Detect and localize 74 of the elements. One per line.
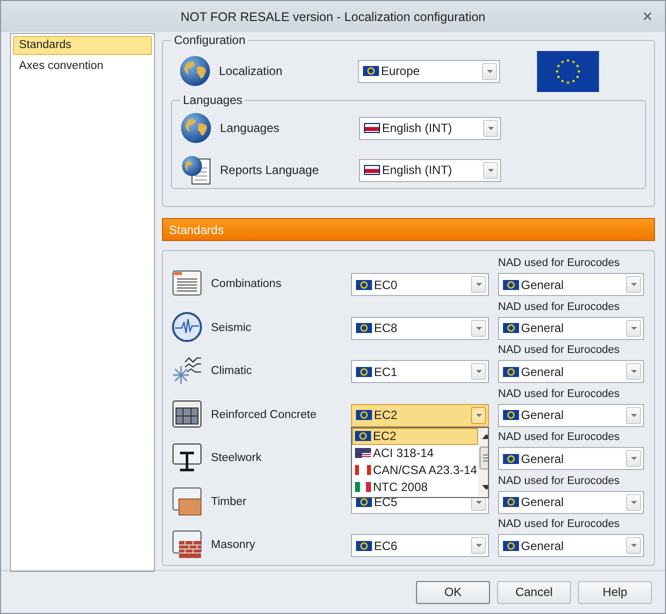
nad-label: NAD used for Eurocodes: [498, 474, 621, 489]
flag-icon: [503, 366, 519, 377]
nad-dropdown[interactable]: General: [498, 360, 644, 384]
dropdown-option[interactable]: EC2: [352, 428, 478, 445]
flag-icon: [356, 280, 372, 290]
nad-dropdown[interactable]: General: [498, 316, 644, 340]
flag-icon: [503, 410, 519, 420]
steel-icon: [171, 441, 203, 474]
concrete-icon: [171, 398, 203, 430]
eu-flag-icon: [537, 50, 599, 92]
flag-icon: [355, 465, 371, 476]
dialog-button[interactable]: Help: [578, 580, 652, 604]
language-dropdown[interactable]: English (INT): [359, 116, 501, 140]
nad-label: NAD used for Eurocodes: [498, 344, 621, 358]
nad-label: NAD used for Eurocodes: [498, 388, 621, 402]
flag-icon: [503, 323, 519, 334]
globe-icon: [179, 55, 211, 87]
standard-dropdown[interactable]: EC2: [351, 404, 489, 427]
nad-dropdown[interactable]: General: [498, 490, 644, 514]
standard-label: Reinforced Concrete: [211, 408, 318, 421]
flag-icon: [503, 454, 519, 464]
dialog-button[interactable]: Cancel: [497, 580, 571, 604]
nad-label: NAD used for Eurocodes: [498, 300, 621, 315]
globe-document-icon: [180, 154, 212, 186]
globe-icon: [180, 112, 212, 144]
standard-label: Masonry: [211, 539, 256, 552]
nad-dropdown[interactable]: General: [498, 447, 644, 470]
seismic-icon: [171, 310, 203, 343]
nad-label: NAD used for Eurocodes: [498, 257, 621, 272]
sidebar-item[interactable]: Standards: [13, 36, 152, 55]
nad-dropdown[interactable]: General: [498, 273, 644, 296]
language-dropdown[interactable]: English (INT): [359, 158, 501, 182]
dropdown-option[interactable]: CAN/CSA A23.3-14: [352, 462, 478, 479]
group-title: Languages: [182, 93, 244, 107]
nad-dropdown[interactable]: General: [498, 534, 644, 558]
flag-icon: [364, 123, 380, 133]
flag-icon: [356, 497, 372, 508]
standard-dropdown[interactable]: EC8: [351, 316, 489, 340]
standard-label: Climatic: [211, 365, 253, 378]
localization-dropdown[interactable]: Europe: [358, 60, 500, 82]
nad-dropdown[interactable]: General: [498, 404, 644, 427]
flag-icon: [503, 497, 519, 508]
flag-icon: [503, 540, 519, 551]
flag-icon: [356, 323, 372, 334]
standard-dropdown[interactable]: EC1: [351, 360, 489, 384]
flag-icon: [364, 165, 380, 175]
language-label: Languages: [220, 121, 280, 135]
nad-label: NAD used for Eurocodes: [498, 431, 621, 446]
close-button[interactable]: ✕: [642, 10, 653, 23]
sidebar-item[interactable]: Axes convention: [13, 57, 152, 76]
standard-label: Steelwork: [211, 452, 262, 464]
group-title: Configuration: [173, 33, 246, 47]
flag-icon: [356, 366, 372, 377]
standard-dropdown[interactable]: EC6: [351, 534, 489, 558]
flag-icon: [355, 482, 371, 492]
standard-label: Combinations: [211, 278, 282, 290]
flag-icon: [363, 66, 379, 76]
flag-icon: [355, 448, 371, 458]
masonry-icon: [171, 528, 203, 560]
timber-icon: [171, 484, 203, 517]
dialog-button[interactable]: OK: [416, 580, 490, 604]
flag-icon: [356, 540, 372, 551]
flag-icon: [356, 410, 372, 420]
flag-icon: [503, 280, 519, 290]
flag-icon: [355, 431, 371, 442]
section-header: Standards: [162, 218, 655, 241]
localization-label: Localization: [219, 64, 284, 78]
standard-label: Seismic: [211, 322, 252, 334]
language-label: Reports Language: [220, 163, 320, 177]
dropdown-option[interactable]: ACI 318-14: [352, 444, 478, 462]
standard-label: Timber: [211, 496, 248, 508]
standard-dropdown[interactable]: EC0: [351, 273, 489, 296]
nad-label: NAD used for Eurocodes: [498, 518, 621, 532]
window-title: NOT FOR RESALE version - Localization configuration: [180, 10, 486, 24]
